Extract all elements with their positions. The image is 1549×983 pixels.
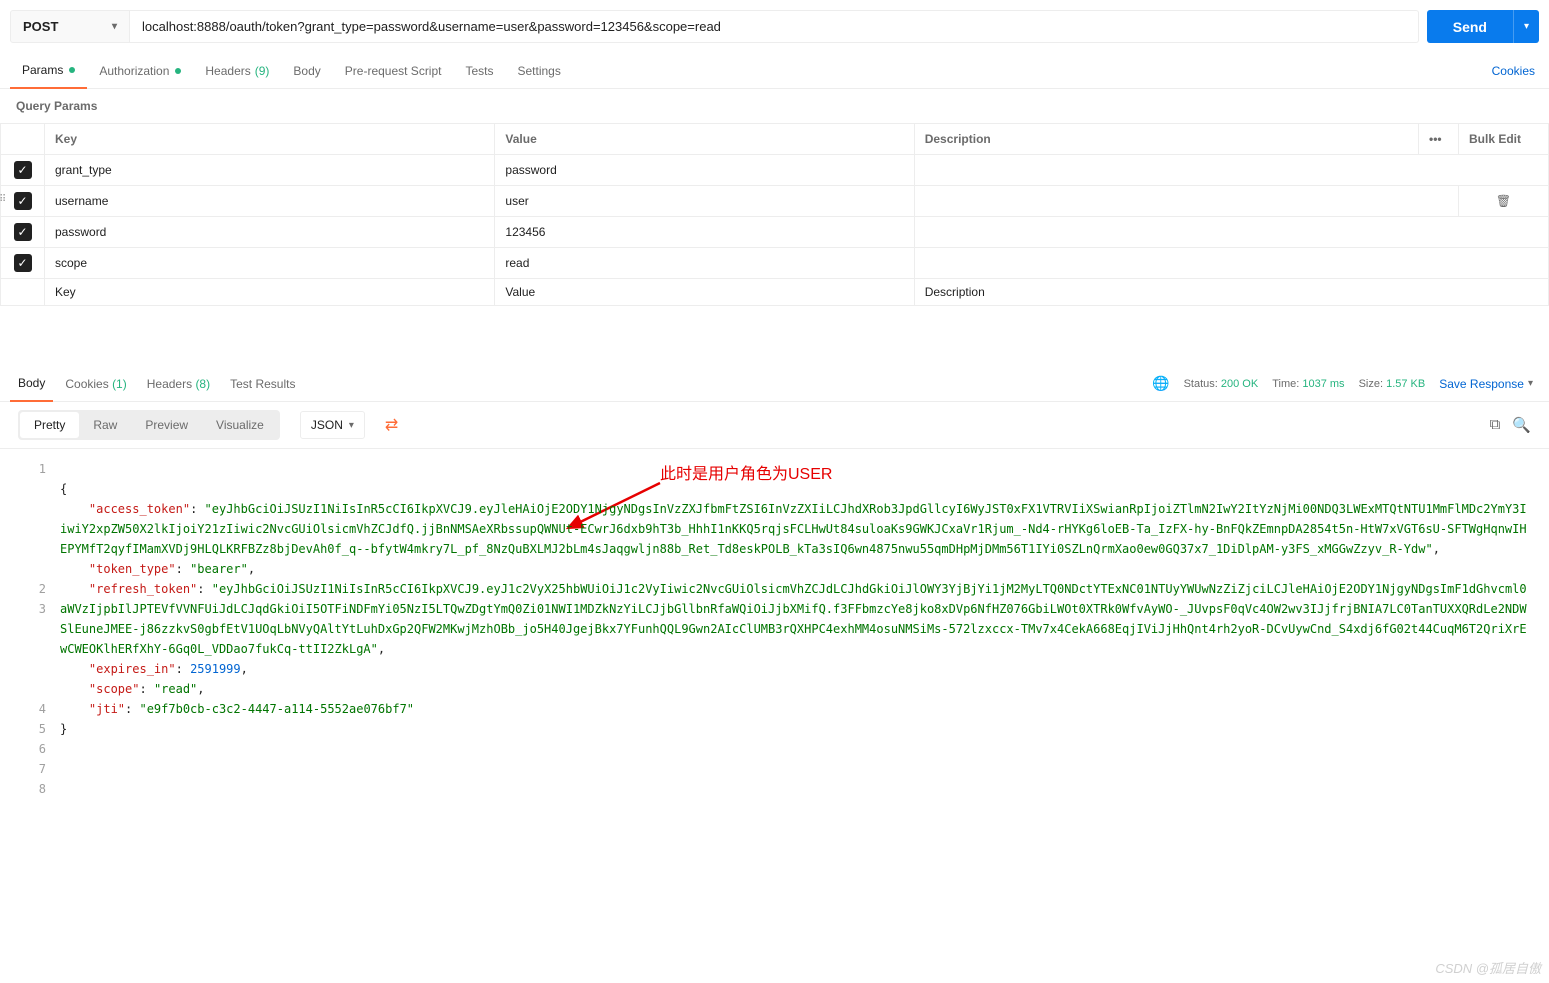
tab-params[interactable]: Params: [10, 53, 87, 89]
response-tab-cookies[interactable]: Cookies (1): [57, 367, 134, 401]
cookies-link[interactable]: Cookies: [1488, 54, 1539, 88]
table-row: ✓ grant_type password: [1, 155, 1549, 186]
table-row: ✓ scope read: [1, 248, 1549, 279]
param-value[interactable]: user: [495, 186, 914, 217]
table-row: ⠿ ✓ username user 🗑: [1, 186, 1549, 217]
method-label: POST: [23, 19, 58, 34]
chevron-down-icon: ▾: [349, 420, 354, 431]
param-value[interactable]: password: [495, 155, 914, 186]
checkbox[interactable]: ✓: [14, 254, 32, 272]
view-raw[interactable]: Raw: [79, 412, 131, 438]
param-key[interactable]: username: [45, 186, 495, 217]
format-select[interactable]: JSON ▾: [300, 411, 365, 439]
tab-settings[interactable]: Settings: [506, 54, 573, 88]
size-label: Size: 1.57 KB: [1359, 378, 1426, 390]
active-dot-icon: [69, 67, 75, 73]
more-options[interactable]: •••: [1419, 124, 1459, 155]
checkbox[interactable]: ✓: [14, 223, 32, 241]
wrap-lines-icon[interactable]: ⇄: [385, 415, 398, 435]
col-value: Value: [495, 124, 914, 155]
send-button[interactable]: Send: [1427, 10, 1513, 43]
table-row: ✓ password 123456: [1, 217, 1549, 248]
bulk-edit-link[interactable]: Bulk Edit: [1459, 124, 1549, 155]
query-params-title: Query Params: [0, 89, 1549, 123]
view-visualize[interactable]: Visualize: [202, 412, 278, 438]
view-mode-group: Pretty Raw Preview Visualize: [18, 410, 280, 440]
tab-tests[interactable]: Tests: [453, 54, 505, 88]
response-body[interactable]: 12345678 { "access_token": "eyJhbGciOiJS…: [0, 449, 1549, 809]
param-desc[interactable]: [914, 186, 1458, 217]
watermark: CSDN @孤居自傲: [1435, 958, 1541, 977]
trash-icon[interactable]: 🗑: [1496, 194, 1511, 208]
response-tab-headers[interactable]: Headers (8): [139, 367, 218, 401]
param-desc[interactable]: [914, 155, 1548, 186]
send-dropdown[interactable]: ▾: [1513, 10, 1539, 43]
drag-handle-icon[interactable]: ⠿: [0, 194, 5, 205]
globe-icon[interactable]: 🌐: [1152, 375, 1169, 392]
chevron-down-icon: ▾: [1528, 378, 1533, 389]
param-desc[interactable]: [914, 217, 1548, 248]
param-value-placeholder[interactable]: Value: [495, 279, 914, 306]
table-row-new: Key Value Description: [1, 279, 1549, 306]
chevron-down-icon: ▾: [112, 21, 117, 32]
time-label: Time: 1037 ms: [1272, 378, 1344, 390]
param-key[interactable]: scope: [45, 248, 495, 279]
param-key[interactable]: password: [45, 217, 495, 248]
param-key[interactable]: grant_type: [45, 155, 495, 186]
chevron-down-icon: ▾: [1524, 21, 1529, 32]
view-pretty[interactable]: Pretty: [20, 412, 79, 438]
param-value[interactable]: read: [495, 248, 914, 279]
col-key: Key: [45, 124, 495, 155]
param-value[interactable]: 123456: [495, 217, 914, 248]
view-preview[interactable]: Preview: [131, 412, 202, 438]
response-tab-test-results[interactable]: Test Results: [222, 367, 303, 401]
url-input[interactable]: [130, 10, 1419, 43]
checkbox[interactable]: ✓: [14, 192, 32, 210]
checkbox[interactable]: ✓: [14, 161, 32, 179]
search-icon[interactable]: 🔍: [1512, 416, 1531, 434]
col-description: Description: [914, 124, 1418, 155]
copy-icon[interactable]: ⧉: [1490, 416, 1501, 434]
param-desc-placeholder[interactable]: Description: [914, 279, 1548, 306]
param-key-placeholder[interactable]: Key: [45, 279, 495, 306]
response-tab-body[interactable]: Body: [10, 366, 53, 402]
method-select[interactable]: POST ▾: [10, 10, 130, 43]
tab-headers[interactable]: Headers (9): [193, 54, 281, 88]
line-gutter: 12345678: [0, 459, 60, 799]
tab-authorization[interactable]: Authorization: [87, 54, 193, 88]
status-label: Status: 200 OK: [1184, 378, 1259, 390]
tab-body[interactable]: Body: [281, 54, 332, 88]
tab-prerequest[interactable]: Pre-request Script: [333, 54, 454, 88]
params-table: Key Value Description ••• Bulk Edit ✓ gr…: [0, 123, 1549, 306]
save-response-link[interactable]: Save Response ▾: [1439, 377, 1533, 391]
param-desc[interactable]: [914, 248, 1548, 279]
active-dot-icon: [175, 68, 181, 74]
